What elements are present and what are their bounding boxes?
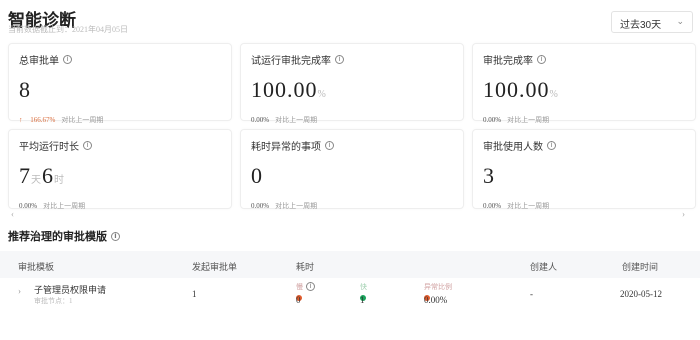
created-date: 2020-05-12	[620, 289, 662, 299]
fast-value: 1	[360, 295, 365, 305]
column-header: 发起审批单	[192, 262, 238, 272]
metric-label: 审批使用人数	[483, 142, 543, 153]
metric-card-completion-rate[interactable]: 审批完成率 i 100.00% 0.00% 对比上一周期	[472, 43, 696, 124]
metric-rate: 0.00%	[483, 116, 502, 124]
metric-rate: 0.00%	[251, 202, 270, 210]
info-icon[interactable]: i	[306, 282, 315, 291]
metric-rate: 0.00%	[483, 202, 502, 210]
template-name[interactable]: 子管理员权限申请	[34, 283, 106, 296]
ratio-value: 0.00%	[424, 295, 448, 305]
info-icon[interactable]: i	[547, 141, 556, 150]
chevron-left-icon[interactable]: ‹	[11, 209, 14, 219]
metric-label: 试运行审批完成率	[251, 56, 331, 67]
metric-card-users[interactable]: 审批使用人数 i 3 0.00% 对比上一周期	[472, 129, 696, 210]
metric-unit: %	[317, 89, 327, 100]
metric-card-total[interactable]: 总审批单 i 8 ↑ 166.67% 对比上一周期	[8, 43, 232, 124]
metric-rate: 0.00%	[251, 116, 270, 124]
ratio-label: 异常比例	[424, 283, 452, 291]
fast-label: 快	[360, 283, 367, 291]
slow-label: 慢	[296, 283, 303, 291]
column-header: 审批模板	[18, 262, 55, 272]
metric-compare: 对比上一周期	[43, 202, 86, 210]
metric-label: 耗时异常的事项	[251, 142, 321, 153]
metric-card-avg-duration[interactable]: 平均运行时长 i 7天6时 0.00% 对比上一周期	[8, 129, 232, 210]
metric-value: 7	[19, 163, 31, 188]
template-nodes: 审批节点：1	[34, 297, 73, 305]
metric-card-trial-rate[interactable]: 试运行审批完成率 i 100.00% 0.00% 对比上一周期	[240, 43, 464, 124]
table-header: 审批模板 发起审批单 耗时 创建人 创建时间	[0, 251, 700, 278]
info-icon[interactable]: i	[537, 55, 546, 64]
metric-unit-2: 时	[54, 175, 65, 186]
info-icon[interactable]: i	[335, 55, 344, 64]
info-icon[interactable]: i	[83, 141, 92, 150]
metric-compare: 对比上一周期	[61, 116, 104, 124]
data-cutoff-text: 当前数据截止到：2021年04月05日	[8, 25, 128, 34]
metric-compare: 对比上一周期	[507, 116, 550, 124]
metric-rate: 0.00%	[19, 202, 38, 210]
section-title-text: 推荐治理的审批模版	[8, 231, 107, 243]
info-icon[interactable]: i	[63, 55, 72, 64]
section-title: 推荐治理的审批模版 i	[8, 228, 120, 244]
creator: -	[530, 289, 533, 299]
column-header: 耗时	[296, 262, 315, 272]
time-range-value: 过去30天	[620, 20, 662, 31]
request-count: 1	[192, 289, 197, 299]
metric-value: 100.00	[483, 77, 550, 102]
metric-label: 平均运行时长	[19, 142, 79, 153]
expand-chevron-icon[interactable]: ›	[18, 286, 21, 296]
table-row[interactable]: › 子管理员权限申请 审批节点：1 1 慢 i 0 快 1 异常比例 0.00%…	[0, 278, 700, 314]
metric-compare: 对比上一周期	[275, 202, 318, 210]
metric-value: 8	[19, 77, 31, 102]
metric-unit: 天	[31, 175, 42, 186]
info-icon[interactable]: i	[325, 141, 334, 150]
metric-value: 0	[251, 163, 263, 188]
chevron-right-icon[interactable]: ›	[682, 209, 685, 219]
slow-value: 0	[296, 295, 301, 305]
metric-unit: %	[549, 89, 559, 100]
column-header: 创建时间	[622, 262, 659, 272]
metric-value: 100.00	[251, 77, 318, 102]
column-header: 创建人	[530, 262, 558, 272]
metric-label: 审批完成率	[483, 56, 533, 67]
metric-rate: 166.67%	[30, 116, 56, 124]
metric-value: 3	[483, 163, 495, 188]
metric-card-abnormal[interactable]: 耗时异常的事项 i 0 0.00% 对比上一周期	[240, 129, 464, 210]
trend-up-icon: ↑	[19, 116, 25, 124]
time-range-select[interactable]: 过去30天 ⌄	[611, 11, 693, 33]
metric-label: 总审批单	[19, 56, 59, 67]
metric-compare: 对比上一周期	[275, 116, 318, 124]
info-icon[interactable]: i	[111, 231, 120, 241]
metric-value-2: 6	[42, 163, 54, 188]
metric-compare: 对比上一周期	[507, 202, 550, 210]
chevron-down-icon: ⌄	[676, 16, 684, 26]
